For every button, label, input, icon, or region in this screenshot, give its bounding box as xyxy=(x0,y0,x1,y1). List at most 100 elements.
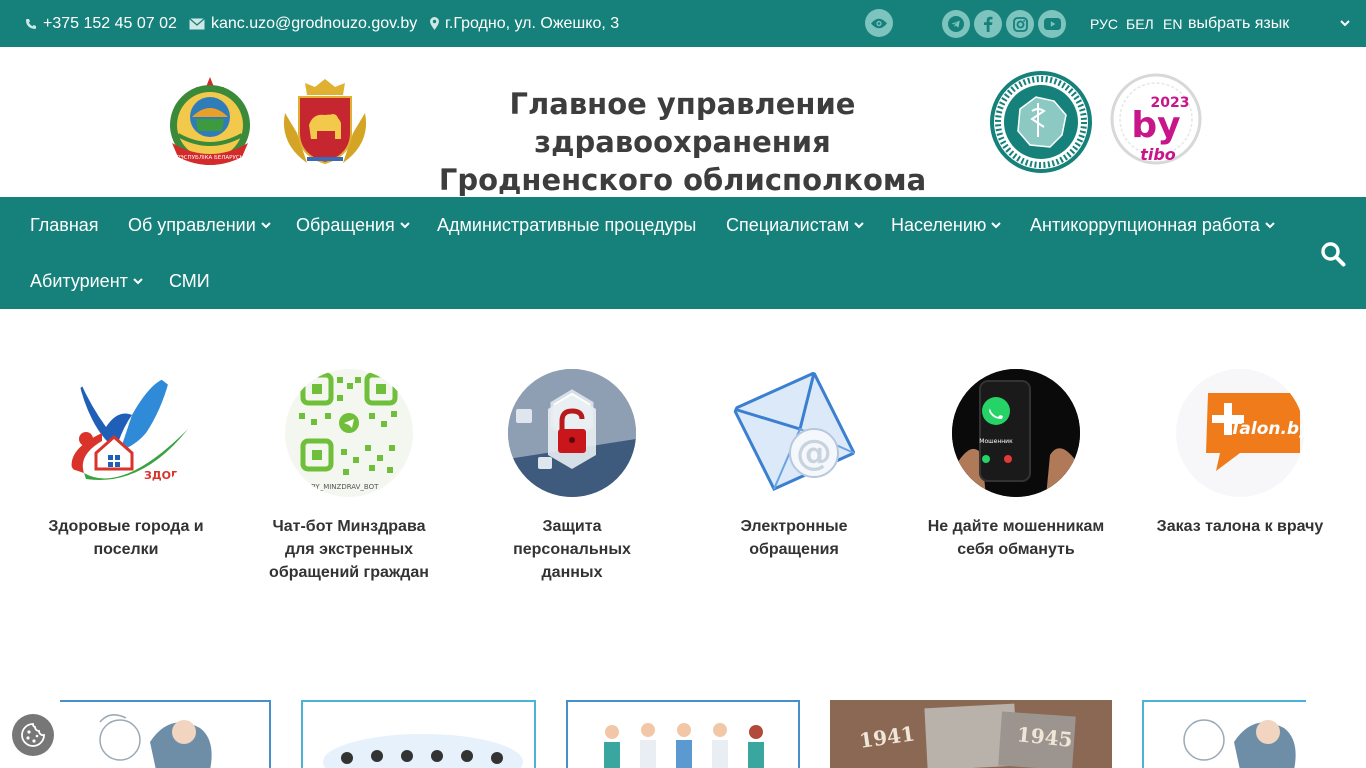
chatbot-qr-code: BY_MINZDRAV_BOT xyxy=(285,369,413,497)
nav-item-label: СМИ xyxy=(169,270,210,291)
nav-item-anticorruption[interactable]: Антикоррупционная работа xyxy=(1030,197,1275,253)
talon-image-text: Talon.by xyxy=(1230,419,1304,439)
qr-code-icon: BY_MINZDRAV_BOT xyxy=(299,372,398,491)
tibo-name: tibo xyxy=(1140,145,1176,164)
nav-item-appeals[interactable]: Обращения xyxy=(296,197,410,253)
map-marker-icon xyxy=(430,17,439,30)
quick-link-chatbot[interactable]: BY_MINZDRAV_BOT Чат-бот Минздрава для эк… xyxy=(259,369,439,584)
nav-item-label: Абитуриент xyxy=(30,270,128,291)
quick-link-label: Электронные обращения xyxy=(740,518,848,558)
phone-number: +375 152 45 07 02 xyxy=(43,14,177,32)
nav-item-applicant[interactable]: Абитуриент xyxy=(30,253,143,309)
quick-link-doctor-appointment[interactable]: Talon.by Заказ талона к врачу xyxy=(1150,369,1330,538)
lang-be-link[interactable]: БЕЛ xyxy=(1126,0,1154,47)
chevron-down-icon xyxy=(1265,221,1275,228)
lang-ru-link[interactable]: РУС xyxy=(1090,0,1118,47)
banner-slide[interactable] xyxy=(1142,700,1306,768)
main-navigation: Главная Об управлении Обращения Админист… xyxy=(0,197,1366,309)
quick-link-label: Заказ талона к врачу xyxy=(1156,518,1324,535)
bird-house-icon: ЗДОРО xyxy=(71,377,188,482)
quick-link-label: Защита персональных данных xyxy=(513,518,631,581)
instagram-icon xyxy=(1012,16,1028,32)
top-bar: +375 152 45 07 02 kanc.uzo@grodnouzo.gov… xyxy=(0,0,1366,47)
fraud-image-text: Мошенник xyxy=(979,438,1013,445)
emblem-text: РЭСПУБЛІКА БЕЛАРУСЬ xyxy=(177,155,244,161)
envelope-at-icon: @ xyxy=(731,371,857,491)
nav-item-label: Специалистам xyxy=(726,214,850,235)
war-memorial-icon: 1941 1945 xyxy=(830,700,1112,768)
people-group-icon xyxy=(323,734,523,768)
chevron-down-icon xyxy=(991,221,1002,228)
cookie-icon xyxy=(21,723,45,747)
nav-item-label: Главная xyxy=(30,214,99,235)
email-contact[interactable]: kanc.uzo@grodnouzo.gov.by xyxy=(189,0,417,47)
language-select-value: выбрать язык xyxy=(1188,14,1290,32)
doctor-illustration-icon xyxy=(99,714,212,768)
nav-item-label: Антикоррупционная работа xyxy=(1030,214,1260,235)
smartphone-icon: Мошенник xyxy=(952,369,1080,497)
nav-item-about[interactable]: Об управлении xyxy=(128,197,271,253)
nav-item-label: Обращения xyxy=(296,214,395,235)
chevron-down-icon xyxy=(261,221,271,228)
chatbot-image-text: BY_MINZDRAV_BOT xyxy=(311,483,379,491)
nav-item-media[interactable]: СМИ xyxy=(169,253,210,309)
telegram-icon xyxy=(948,16,964,32)
quick-link-fraud-warning[interactable]: Мошенник Не дайте мошенникам себя обману… xyxy=(926,369,1106,561)
banner-slide[interactable] xyxy=(566,700,800,768)
nav-item-label: Населению xyxy=(891,214,987,235)
youtube-link[interactable] xyxy=(1038,10,1066,38)
quick-link-label: Чат-бот Минздрава для экстренных обращен… xyxy=(269,518,429,581)
nav-item-population[interactable]: Населению xyxy=(891,197,1002,253)
language-select[interactable]: выбрать язык xyxy=(1188,0,1350,47)
quick-link-electronic-appeals[interactable]: @ Электронные обращения xyxy=(704,369,884,561)
svg-text:@: @ xyxy=(796,433,832,474)
grodno-coat-of-arms-icon[interactable] xyxy=(277,73,373,169)
medical-staff-icon xyxy=(604,723,764,768)
email-address: kanc.uzo@grodnouzo.gov.by xyxy=(211,14,418,32)
quick-link-label: Здоровые города и поселки xyxy=(48,518,204,558)
chevron-down-icon xyxy=(133,277,143,284)
doctor-illustration-icon xyxy=(1183,719,1296,768)
chevron-down-icon xyxy=(399,221,410,228)
victory-day-banner[interactable]: 1941 1945 xyxy=(830,700,1112,768)
padlock-icon xyxy=(508,369,636,497)
healthy-cities-image-text: ЗДОРО xyxy=(144,469,188,482)
nav-item-label: Административные процедуры xyxy=(437,214,697,235)
telegram-link[interactable] xyxy=(942,10,970,38)
quick-link-personal-data[interactable]: Защита персональных данных xyxy=(482,369,662,584)
nav-item-specialists[interactable]: Специалистам xyxy=(726,197,864,253)
nav-item-label: Об управлении xyxy=(128,214,256,235)
belarus-emblem-icon[interactable]: РЭСПУБЛІКА БЕЛАРУСЬ xyxy=(162,73,258,169)
instagram-link[interactable] xyxy=(1006,10,1034,38)
chevron-down-icon xyxy=(854,221,864,228)
phone-contact[interactable]: +375 152 45 07 02 xyxy=(25,0,177,47)
search-icon[interactable] xyxy=(1320,241,1346,267)
site-title-line1: Главное управление здравоохранения xyxy=(509,87,856,159)
talon-by-icon: Talon.by xyxy=(1206,393,1304,471)
talon-logo: Talon.by xyxy=(1176,369,1304,497)
accessibility-button[interactable] xyxy=(865,9,893,37)
health-department-logo-icon[interactable] xyxy=(990,71,1092,173)
site-header: РЭСПУБЛІКА БЕЛАРУСЬ Главное управление з… xyxy=(0,47,1366,197)
healthy-cities-logo: ЗДОРО xyxy=(62,369,190,497)
facebook-link[interactable] xyxy=(974,10,1002,38)
eye-icon xyxy=(871,18,887,28)
address-text: г.Гродно, ул. Ожешко, 3 xyxy=(445,14,620,32)
site-title-line2: Гродненского облисполкома xyxy=(438,163,927,197)
nav-item-admin-procedures[interactable]: Административные процедуры xyxy=(437,197,696,253)
quick-link-label: Не дайте мошенникам себя обмануть xyxy=(927,518,1105,558)
cookie-settings-button[interactable] xyxy=(12,714,54,756)
banner-slide[interactable] xyxy=(60,700,271,768)
tibo-by: by xyxy=(1131,105,1180,146)
nav-item-home[interactable]: Главная xyxy=(30,197,99,253)
envelope-icon xyxy=(189,17,205,29)
phone-icon xyxy=(26,18,36,29)
electronic-appeals-image: @ xyxy=(730,369,858,497)
quick-link-healthy-cities[interactable]: ЗДОРО Здоровые города и поселки xyxy=(36,369,216,561)
banner-slide[interactable] xyxy=(301,700,536,768)
lang-en-link[interactable]: EN xyxy=(1163,0,1182,47)
youtube-icon xyxy=(1043,18,1061,30)
site-title[interactable]: Главное управление здравоохранения Гродн… xyxy=(390,85,975,199)
tibo-award-logo-icon[interactable]: 2023 by tibo xyxy=(1108,71,1204,167)
chevron-down-icon xyxy=(1340,20,1350,27)
